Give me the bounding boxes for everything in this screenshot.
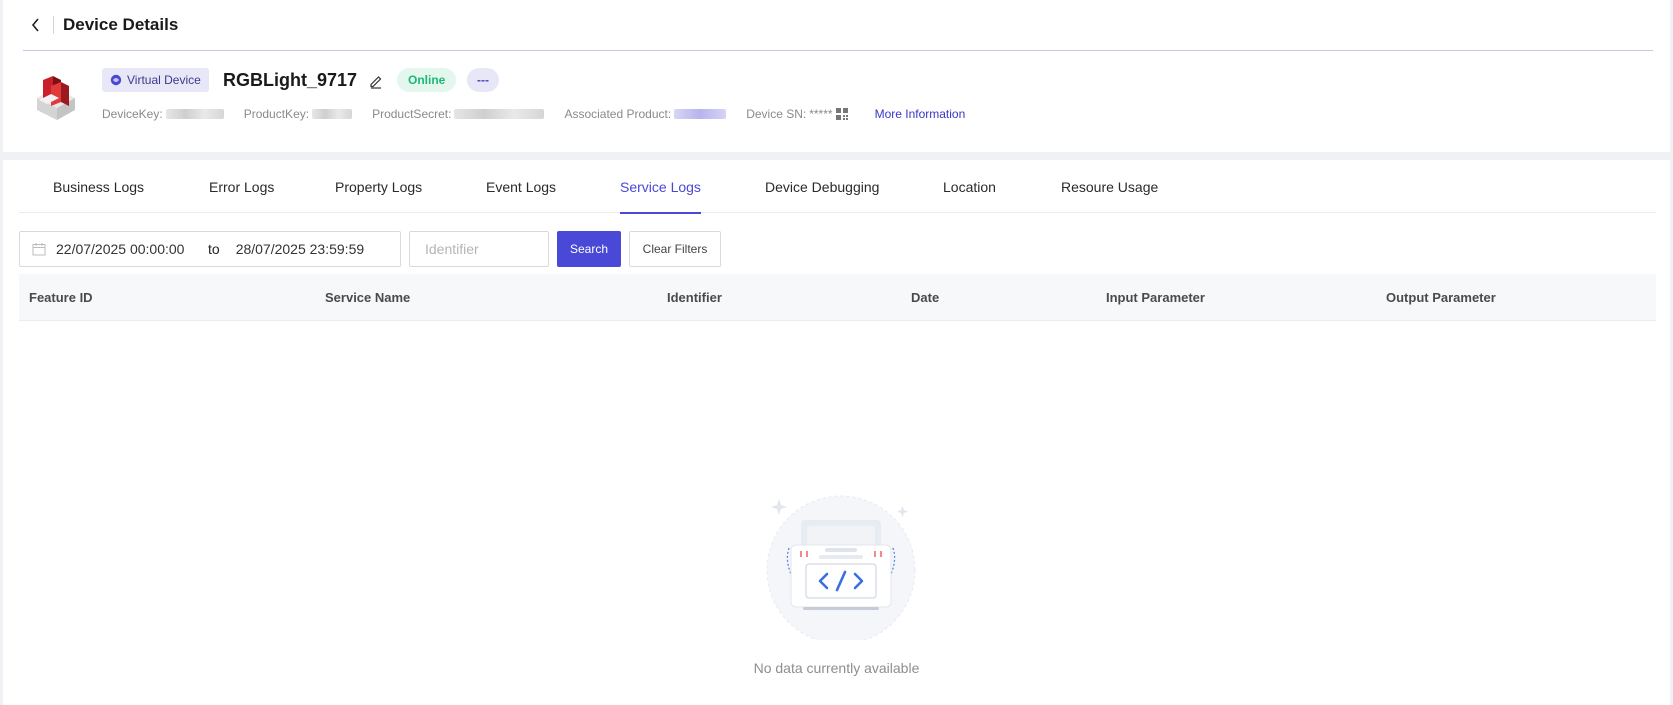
log-tabs: Business Logs Error Logs Property Logs E… [19, 160, 1656, 214]
product-secret: ProductSecret: [372, 107, 545, 121]
product-key-value-redacted [312, 109, 353, 119]
date-range-picker[interactable]: 22/07/2025 00:00:00 to 28/07/2025 23:59:… [19, 231, 401, 267]
logs-panel: Business Logs Error Logs Property Logs E… [3, 160, 1670, 705]
device-sn-value: ***** [809, 107, 833, 121]
more-information-link[interactable]: More Information [875, 107, 966, 121]
clear-filters-button[interactable]: Clear Filters [629, 231, 721, 267]
tab-device-debugging[interactable]: Device Debugging [765, 160, 879, 213]
column-output-parameter: Output Parameter [1386, 290, 1496, 305]
page-header: Device Details [23, 0, 1653, 51]
header-divider [53, 16, 54, 34]
empty-state-message: No data currently available [753, 660, 920, 676]
column-input-parameter: Input Parameter [1106, 290, 1205, 305]
back-button[interactable] [25, 14, 47, 36]
chevron-left-icon [31, 18, 39, 32]
associated-product-label: Associated Product: [564, 107, 672, 121]
tab-business-logs[interactable]: Business Logs [53, 160, 144, 213]
associated-product: Associated Product: [564, 107, 727, 121]
empty-state-icon [766, 495, 916, 640]
column-identifier: Identifier [667, 290, 722, 305]
tab-resource-usage[interactable]: Resoure Usage [1061, 160, 1158, 213]
tab-property-logs[interactable]: Property Logs [335, 160, 422, 213]
product-key-label: ProductKey: [243, 107, 310, 121]
virtual-device-icon [110, 74, 122, 86]
column-service-name: Service Name [325, 290, 411, 305]
table-header: Feature ID Service Name Identifier Date … [19, 274, 1656, 321]
product-key: ProductKey: [243, 107, 353, 121]
product-secret-value-redacted [454, 109, 545, 119]
identifier-input[interactable] [409, 231, 549, 267]
device-key: DeviceKey: [102, 107, 224, 121]
device-key-label: DeviceKey: [102, 107, 163, 121]
device-name: RGBLight_9717 [223, 70, 358, 90]
device-key-value-redacted [165, 109, 224, 119]
date-range-separator: to [208, 241, 220, 257]
device-sn: Device SN: ***** [746, 107, 848, 121]
edit-icon[interactable] [368, 73, 384, 89]
column-feature-id: Feature ID [29, 290, 93, 305]
more-actions-button[interactable]: --- [467, 68, 499, 92]
status-badge: Online [397, 68, 457, 92]
tab-service-logs[interactable]: Service Logs [620, 160, 701, 214]
column-date: Date [911, 290, 940, 305]
device-meta-row: DeviceKey: ProductKey: ProductSecret: As… [102, 107, 965, 121]
tab-location[interactable]: Location [943, 160, 996, 213]
product-secret-label: ProductSecret: [372, 107, 452, 121]
search-button[interactable]: Search [557, 231, 621, 267]
virtual-device-label: Virtual Device [127, 73, 201, 87]
date-to-value[interactable]: 28/07/2025 23:59:59 [236, 241, 364, 257]
tab-event-logs[interactable]: Event Logs [486, 160, 556, 213]
associated-product-value-redacted[interactable] [674, 109, 727, 119]
calendar-icon [32, 243, 46, 256]
qr-code-icon[interactable] [835, 108, 848, 120]
virtual-device-tag: Virtual Device [102, 68, 209, 92]
date-from-value[interactable]: 22/07/2025 00:00:00 [56, 241, 206, 257]
device-summary-card: Device Details Virtual Device RGBLight_9… [3, 0, 1670, 152]
page-title: Device Details [63, 15, 179, 34]
tab-error-logs[interactable]: Error Logs [209, 160, 274, 213]
device-sn-label: Device SN: [746, 107, 807, 121]
device-product-icon [37, 76, 75, 120]
